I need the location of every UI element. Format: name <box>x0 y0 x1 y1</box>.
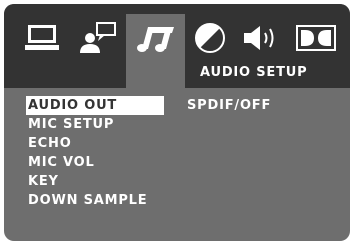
tab-video-setup[interactable] <box>190 18 230 58</box>
music-note-icon <box>137 27 174 52</box>
tab-speaker-setup[interactable] <box>74 18 122 58</box>
page-title: AUDIO SETUP <box>200 65 308 80</box>
menu-item-audio-out[interactable]: AUDIO OUT <box>26 96 164 115</box>
setup-screen: AUDIO SETUP AUDIO OUT MIC SETUP ECHO MIC… <box>4 4 350 241</box>
tab-audio-setup[interactable] <box>132 18 180 58</box>
menu-item-key[interactable]: KEY <box>26 172 176 191</box>
menu-item-echo[interactable]: ECHO <box>26 134 176 153</box>
tab-volume-setup[interactable] <box>240 18 284 58</box>
menu-item-down-sample[interactable]: DOWN SAMPLE <box>26 191 176 210</box>
tab-dolby-setup[interactable] <box>292 18 340 58</box>
menu-item-mic-setup[interactable]: MIC SETUP <box>26 115 176 134</box>
menu-item-mic-vol[interactable]: MIC VOL <box>26 153 176 172</box>
speaker-icon <box>244 26 274 50</box>
current-setting-value: SPDIF/OFF <box>187 98 272 113</box>
tab-general-setup[interactable] <box>18 18 66 58</box>
half-circle-icon <box>195 23 225 53</box>
monitor-icon <box>25 25 59 50</box>
person-speech-icon <box>80 22 116 53</box>
dolby-icon <box>296 25 336 51</box>
setup-menu: AUDIO OUT MIC SETUP ECHO MIC VOL KEY DOW… <box>26 96 176 210</box>
tab-bar: AUDIO SETUP <box>4 4 350 90</box>
